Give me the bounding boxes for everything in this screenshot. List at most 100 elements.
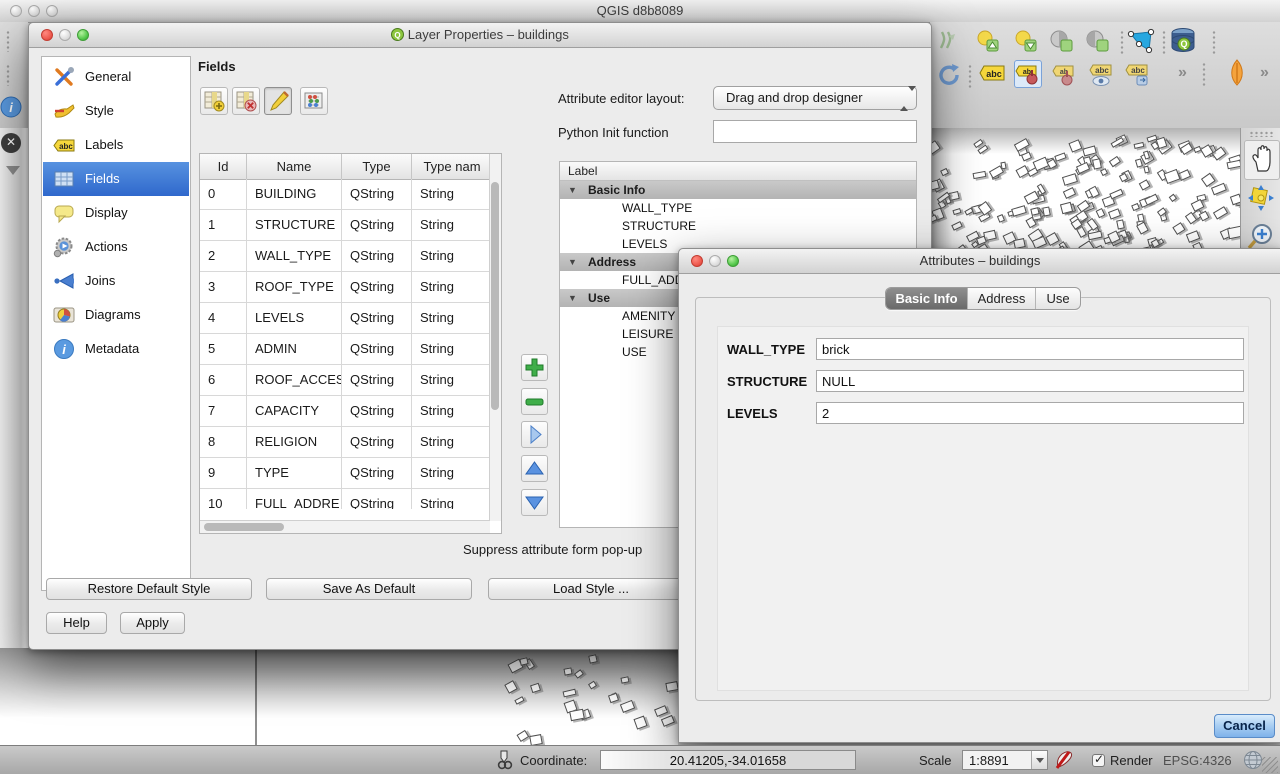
tab-use[interactable]: Use [1036, 288, 1080, 309]
sidebar-item-actions[interactable]: Actions [43, 230, 189, 264]
map-canvas[interactable] [930, 128, 1240, 248]
table-cell[interactable]: String [412, 179, 492, 209]
table-cell[interactable]: LEVELS [247, 303, 342, 333]
sidebar-item-labels[interactable]: abc Labels [43, 128, 189, 162]
label-tree-header[interactable]: Label [560, 162, 916, 181]
node-tool-icon[interactable] [1126, 28, 1156, 56]
table-cell[interactable]: String [412, 365, 492, 395]
new-column-icon[interactable] [200, 87, 228, 115]
dropdown-triangle-icon[interactable] [6, 166, 20, 175]
table-cell[interactable]: QString [342, 365, 412, 395]
overflow-chevron-icon[interactable]: » [1260, 64, 1269, 82]
grass-feather-icon[interactable] [1222, 58, 1252, 86]
table-cell[interactable]: FULL_ADDRE [247, 489, 342, 509]
table-cell[interactable]: 7 [200, 396, 247, 426]
offset-point-symbols-icon[interactable] [1082, 28, 1112, 56]
table-row[interactable]: 7CAPACITYQStringString [200, 396, 492, 427]
add-icon[interactable] [521, 354, 548, 381]
table-cell[interactable]: QString [342, 179, 412, 209]
move-up-icon[interactable] [521, 455, 548, 482]
map-canvas-bottom[interactable] [0, 648, 678, 745]
table-cell[interactable]: 10 [200, 489, 247, 509]
label-selected-icon[interactable]: ab [1014, 60, 1042, 88]
offset-curve-icon[interactable] [934, 28, 964, 56]
tree-item-row[interactable]: WALL_TYPE [560, 199, 916, 217]
move-label-icon[interactable]: abc [1122, 62, 1152, 90]
save-as-default-button[interactable]: Save As Default [266, 578, 472, 600]
remove-icon[interactable] [521, 388, 548, 415]
table-cell[interactable]: String [412, 272, 492, 302]
tab-address[interactable]: Address [968, 288, 1036, 309]
collapse-triangle-icon[interactable]: ▼ [568, 253, 577, 271]
layer-properties-titlebar[interactable]: Q Layer Properties – buildings [29, 23, 931, 48]
table-cell[interactable]: String [412, 396, 492, 426]
restore-default-style-button[interactable]: Restore Default Style [46, 578, 252, 600]
render-checkbox[interactable] [1092, 754, 1105, 767]
table-cell[interactable]: 1 [200, 210, 247, 240]
table-cell[interactable]: RELIGION [247, 427, 342, 457]
attribute-editor-layout-select[interactable]: Drag and drop designer [713, 86, 917, 110]
table-cell[interactable]: String [412, 241, 492, 271]
load-style-button[interactable]: Load Style ... [488, 578, 694, 600]
table-horizontal-scrollbar[interactable] [200, 520, 490, 533]
table-cell[interactable]: 0 [200, 179, 247, 209]
show-hidden-labels-icon[interactable]: abc [1086, 62, 1116, 90]
raise-label-icon[interactable] [972, 28, 1002, 56]
table-cell[interactable]: String [412, 427, 492, 457]
info-icon[interactable]: i [0, 96, 22, 118]
pin-label-icon[interactable]: ab [1050, 62, 1080, 90]
scrollbar-thumb[interactable] [491, 182, 499, 410]
lower-label-icon[interactable] [1010, 28, 1040, 56]
table-row[interactable]: 1STRUCTUREQStringString [200, 210, 492, 241]
sidebar-item-style[interactable]: Style [43, 94, 189, 128]
table-cell[interactable]: STRUCTURE [247, 210, 342, 240]
tree-group-row[interactable]: ▼Basic Info [560, 181, 916, 199]
sidebar-item-general[interactable]: General [43, 60, 189, 94]
structure-input[interactable] [816, 370, 1244, 392]
python-init-input[interactable] [713, 120, 917, 143]
table-cell[interactable]: QString [342, 272, 412, 302]
sidebar-item-metadata[interactable]: i Metadata [43, 332, 189, 366]
table-row[interactable]: 6ROOF_ACCESQStringString [200, 365, 492, 396]
move-right-icon[interactable] [521, 421, 548, 448]
table-cell[interactable]: WALL_TYPE [247, 241, 342, 271]
table-cell[interactable]: ROOF_ACCES [247, 365, 342, 395]
table-cell[interactable]: 9 [200, 458, 247, 488]
wall-type-input[interactable] [816, 338, 1244, 360]
current-edits-icon[interactable] [494, 749, 514, 774]
table-cell[interactable]: 3 [200, 272, 247, 302]
overflow-chevron-icon[interactable]: » [1178, 64, 1187, 82]
table-cell[interactable]: QString [342, 334, 412, 364]
table-cell[interactable]: TYPE [247, 458, 342, 488]
rotate-point-symbols-icon[interactable] [1046, 28, 1076, 56]
table-row[interactable]: 3ROOF_TYPEQStringString [200, 272, 492, 303]
table-row[interactable]: 2WALL_TYPEQStringString [200, 241, 492, 272]
zoom-in-icon[interactable] [1244, 222, 1278, 248]
move-down-icon[interactable] [521, 489, 548, 516]
levels-input[interactable] [816, 402, 1244, 424]
table-cell[interactable]: String [412, 303, 492, 333]
scale-combo[interactable]: 1:8891 [962, 750, 1048, 770]
tree-item-row[interactable]: STRUCTURE [560, 217, 916, 235]
column-header-id[interactable]: Id [200, 154, 247, 179]
table-row[interactable]: 0BUILDINGQStringString [200, 179, 492, 210]
stop-render-icon[interactable] [1052, 749, 1074, 774]
column-header-typename[interactable]: Type nam [412, 154, 492, 179]
table-cell[interactable]: QString [342, 396, 412, 426]
delete-column-icon[interactable] [232, 87, 260, 115]
table-cell[interactable]: CAPACITY [247, 396, 342, 426]
pan-to-selection-icon[interactable] [1244, 183, 1278, 219]
table-cell[interactable]: 5 [200, 334, 247, 364]
table-cell[interactable]: QString [342, 489, 412, 509]
table-row[interactable]: 10FULL_ADDREQStringString [200, 489, 492, 509]
sidebar-item-diagrams[interactable]: Diagrams [43, 298, 189, 332]
table-cell[interactable]: ROOF_TYPE [247, 272, 342, 302]
table-cell[interactable]: 8 [200, 427, 247, 457]
table-cell[interactable]: QString [342, 241, 412, 271]
toolbar-handle[interactable] [1249, 131, 1273, 137]
collapse-triangle-icon[interactable]: ▼ [568, 289, 577, 307]
table-cell[interactable]: 6 [200, 365, 247, 395]
table-row[interactable]: 4LEVELSQStringString [200, 303, 492, 334]
field-calculator-icon[interactable] [300, 87, 328, 115]
toggle-editing-icon[interactable] [264, 87, 292, 115]
